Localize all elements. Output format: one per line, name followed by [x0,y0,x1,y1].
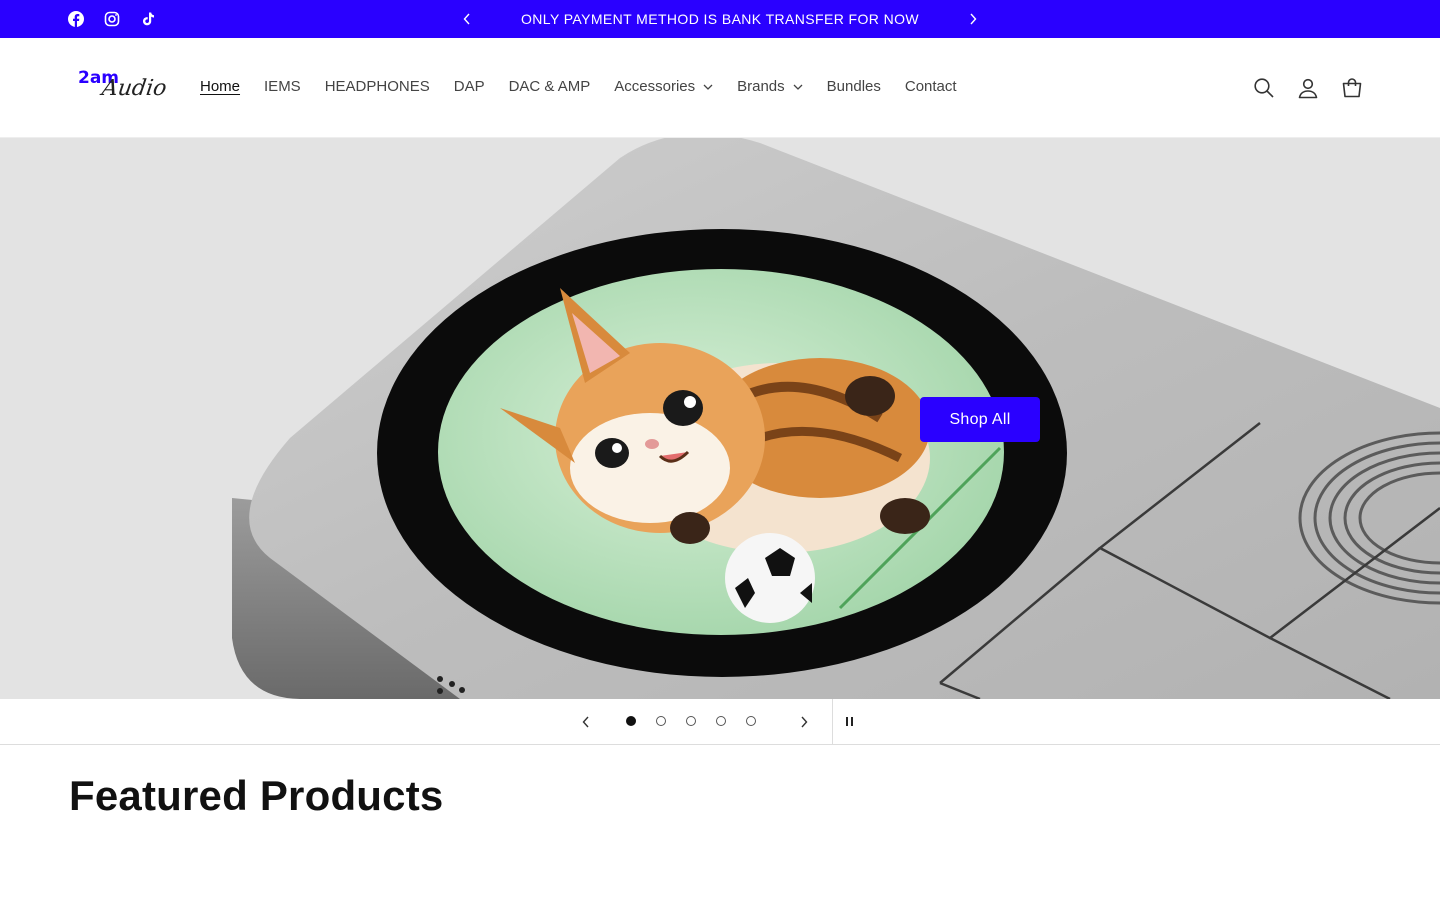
nav-item-brands[interactable]: Brands [737,78,803,95]
chevron-down-icon [703,84,713,90]
chevron-down-icon [793,84,803,90]
logo[interactable]: 2am Audio [76,64,168,114]
nav-item-bundles[interactable]: Bundles [827,78,881,95]
pause-icon[interactable] [842,714,856,730]
nav-item-accessories-label: Accessories [614,78,696,95]
nav-item-contact[interactable]: Contact [905,78,957,95]
slide-dot-5[interactable] [746,716,756,726]
nav-item-home[interactable]: Home [200,78,240,95]
hero-slideshow: Shop All [0,138,1440,699]
announcement-bar: ONLY PAYMENT METHOD IS BANK TRANSFER FOR… [0,0,1440,38]
nav-item-iems[interactable]: IEMS [264,78,301,95]
search-icon[interactable] [1252,76,1276,100]
site-header: 2am Audio Home IEMS HEADPHONES DAP DAC &… [0,38,1440,138]
slide-dots [626,716,756,726]
slideshow-controls [0,699,1440,745]
announcement-next-button[interactable] [964,10,982,28]
nav-item-dap[interactable]: DAP [454,78,485,95]
hero-image [0,138,1440,699]
slide-prev-button[interactable] [576,712,596,732]
slide-next-button[interactable] [794,712,814,732]
main-nav: Home IEMS HEADPHONES DAP DAC & AMP Acces… [188,78,981,95]
logo-text-audio: Audio [100,76,169,101]
nav-item-brands-label: Brands [737,78,785,95]
cart-icon[interactable] [1340,76,1364,100]
slide-dot-3[interactable] [686,716,696,726]
slide-dot-1[interactable] [626,716,636,726]
controls-divider [832,699,833,745]
shop-all-button[interactable]: Shop All [920,397,1040,442]
nav-item-accessories[interactable]: Accessories [614,78,713,95]
slide-dot-2[interactable] [656,716,666,726]
nav-item-headphones[interactable]: HEADPHONES [325,78,430,95]
slide-dot-4[interactable] [716,716,726,726]
account-icon[interactable] [1296,76,1320,100]
announcement-text: ONLY PAYMENT METHOD IS BANK TRANSFER FOR… [521,11,919,27]
featured-products-heading: Featured Products [69,772,444,819]
nav-item-dac-amp[interactable]: DAC & AMP [509,78,591,95]
